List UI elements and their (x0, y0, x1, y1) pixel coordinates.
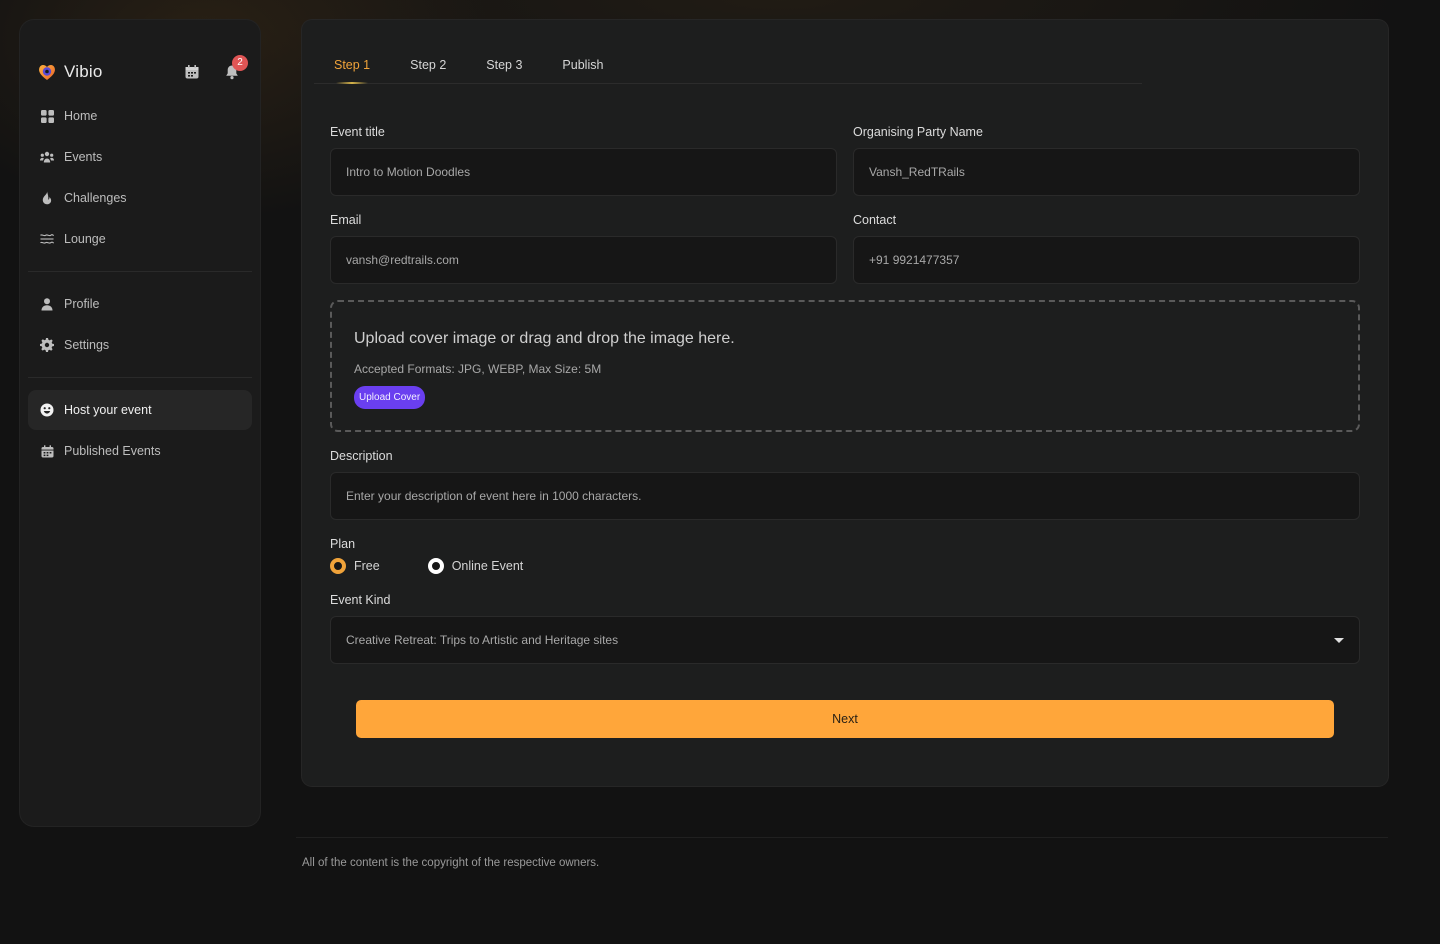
contact-label: Contact (853, 213, 897, 227)
sidebar-item-events[interactable]: Events (28, 137, 252, 177)
sidebar-item-label: Host your event (64, 403, 152, 417)
footer-copyright: All of the content is the copyright of t… (302, 857, 600, 869)
radio-icon (427, 558, 444, 574)
sidebar-item-published-events[interactable]: Published Events (28, 431, 252, 471)
event-form-card: Step 1 Step 2 Step 3 Publish Event title… (302, 20, 1388, 786)
plan-radio-free[interactable]: Free (330, 558, 380, 574)
tab-publish[interactable]: Publish (542, 46, 623, 83)
sidebar-item-label: Events (64, 150, 103, 164)
sidebar-item-lounge[interactable]: Lounge (28, 219, 252, 259)
flame-icon (40, 191, 54, 205)
event-title-label: Event title (330, 125, 385, 139)
description-input[interactable]: Enter your description of event here in … (330, 472, 1360, 520)
waves-icon (40, 232, 54, 246)
event-kind-label: Event Kind (330, 593, 391, 607)
sidebar-item-label: Published Events (64, 444, 161, 458)
tab-step-3[interactable]: Step 3 (466, 46, 542, 83)
contact-field[interactable]: +91 9921477357 (853, 236, 1360, 284)
plan-radio-online-event[interactable]: Online Event (427, 558, 524, 574)
notification-bell-icon[interactable]: 2 (222, 55, 248, 82)
sidebar-item-settings[interactable]: Settings (28, 325, 252, 365)
email-field[interactable]: vansh@redtrails.com (330, 236, 837, 284)
next-button[interactable]: Next (356, 700, 1334, 738)
user-icon (40, 297, 54, 311)
brand-name: Vibio (64, 62, 103, 81)
organiser-input[interactable]: Vansh_RedTRails (853, 148, 1360, 196)
cover-upload-dropzone[interactable]: Upload cover image or drag and drop the … (330, 300, 1360, 432)
gear-icon (40, 338, 54, 352)
radio-label: Online Event (451, 559, 524, 573)
sidebar-item-label: Home (64, 109, 98, 123)
host-icon (40, 403, 54, 417)
step-tabs: Step 1 Step 2 Step 3 Publish (314, 46, 1142, 84)
calendar-icon (40, 444, 54, 458)
sidebar-item-label: Challenges (64, 191, 127, 205)
sidebar-item-label: Settings (64, 338, 110, 352)
vibio-logo-icon (39, 65, 55, 80)
email-label: Email (330, 213, 362, 227)
sidebar-divider (28, 377, 252, 378)
sidebar-main-nav: Home Events Challenges Lounge Profile Se… (28, 96, 252, 472)
organiser-label: Organising Party Name (853, 125, 983, 139)
sidebar-item-host-your-event[interactable]: Host your event (28, 390, 252, 430)
sidebar-item-home[interactable]: Home (28, 96, 252, 136)
sidebar-item-challenges[interactable]: Challenges (28, 178, 252, 218)
sidebar: Vibio 2 Home Events Challenges Lounge Pr… (20, 20, 260, 826)
people-icon (40, 150, 54, 164)
sidebar-item-label: Lounge (64, 232, 106, 246)
tab-step-2[interactable]: Step 2 (390, 46, 466, 83)
radio-label: Free (354, 559, 380, 573)
event-kind-select[interactable]: Creative Retreat: Trips to Artistic and … (330, 616, 1360, 664)
radio-selected-icon (330, 558, 346, 574)
calendar-icon[interactable] (182, 62, 202, 82)
sidebar-item-profile[interactable]: Profile (28, 284, 252, 324)
notification-badge: 2 (232, 55, 248, 71)
event-title-input[interactable]: Intro to Motion Doodles (330, 148, 837, 196)
chevron-down-icon (1334, 637, 1344, 643)
footer-divider (296, 837, 1388, 838)
upload-title: Upload cover image or drag and drop the … (354, 330, 735, 347)
brand[interactable]: Vibio (37, 60, 103, 84)
upload-cover-button[interactable]: Upload Cover (354, 386, 426, 409)
event-kind-value: Creative Retreat: Trips to Artistic and … (346, 633, 619, 647)
tab-step-1[interactable]: Step 1 (314, 46, 390, 84)
grid-icon (40, 109, 54, 123)
description-label: Description (330, 449, 393, 463)
plan-label: Plan (330, 537, 356, 551)
upload-formats: Accepted Formats: JPG, WEBP, Max Size: 5… (354, 362, 602, 376)
sidebar-item-label: Profile (64, 297, 100, 311)
plan-radio-group: Free Online Event (330, 558, 523, 574)
sidebar-divider (28, 271, 252, 272)
